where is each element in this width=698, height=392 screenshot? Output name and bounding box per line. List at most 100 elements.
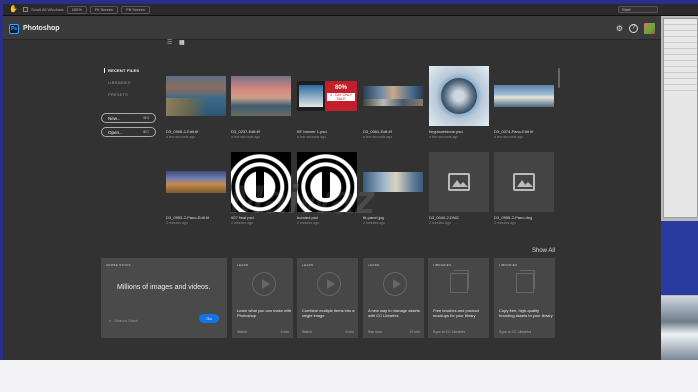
recent-file-thumb[interactable]: 80% 4 - DAY ONLY SALE BF banner 1.psd a … — [297, 66, 357, 139]
scroll-all-windows-checkbox[interactable] — [23, 7, 28, 12]
file-name: D3_0955-2-Pano.dng — [494, 215, 533, 220]
fill-screen-button[interactable]: Fill Screen — [121, 5, 151, 14]
file-time: 2 minutes ago — [494, 221, 516, 225]
help-icon[interactable]: ? — [629, 24, 638, 33]
gear-icon[interactable]: ⚙ — [615, 24, 624, 33]
photoshop-logo-icon: Ps — [9, 24, 19, 34]
learn-card[interactable]: LEARN A new way to manage assets with CC… — [363, 258, 424, 338]
thumbnail-image — [231, 76, 291, 116]
learn-card[interactable]: LEARN Combine multiple items into a sing… — [297, 258, 358, 338]
file-name: D3_0953-2-Pano-Edit.tif — [166, 215, 209, 220]
nav-libraries[interactable]: LIBRARIES — [108, 80, 139, 85]
file-name: D3_0064-Edit.tif — [363, 129, 392, 134]
recent-file-thumb[interactable]: D3_0237-Edit.tif a few seconds ago — [231, 66, 291, 139]
thumbnail-image: 80% 4 - DAY ONLY SALE — [297, 81, 357, 111]
bottom-strip — [0, 360, 698, 392]
banner-sale-text: 4 - DAY ONLY SALE — [327, 93, 355, 101]
file-time: a few seconds ago — [429, 135, 459, 139]
file-time: a few seconds ago — [166, 135, 196, 139]
card-tag: LEARN — [237, 263, 249, 267]
image-placeholder-icon — [429, 152, 489, 212]
card-description: Copy free, high-quality branding assets … — [499, 308, 553, 318]
desktop-photo — [661, 296, 698, 360]
file-time: 2 minutes ago — [166, 221, 188, 225]
recent-file-thumb[interactable]: D3_0074-Pano-Edit.tif a few seconds ago — [494, 66, 554, 139]
hand-tool-icon[interactable]: ✋ — [9, 6, 18, 14]
card-duration: 10 min — [409, 330, 420, 334]
app-title: Photoshop — [23, 25, 60, 32]
new-button[interactable]: New... ⌘N — [101, 113, 156, 123]
thumbnail-image — [166, 76, 226, 116]
new-button-label: New... — [108, 115, 121, 121]
file-name: D3_0040-2.DNG — [429, 215, 459, 220]
avatar[interactable] — [644, 23, 655, 34]
file-name: BF banner 1.psd — [297, 129, 327, 134]
file-name: D3_0074-Pano-Edit.tif — [494, 129, 534, 134]
scroll-all-windows-label: Scroll All Windows — [31, 7, 64, 12]
new-shortcut: ⌘N — [142, 116, 149, 120]
card-description: Combine multiple items into a single ima… — [302, 308, 355, 318]
workspace-select[interactable]: Start — [618, 6, 658, 13]
zoom-100-button[interactable]: 100% — [66, 5, 87, 14]
library-card[interactable]: LIBRARIES Copy free, high-quality brandi… — [494, 258, 555, 338]
card-action[interactable]: Watch — [237, 330, 247, 334]
card-action[interactable]: Sync to CC Libraries — [433, 330, 465, 334]
thumbnail-image — [494, 85, 554, 107]
card-tag: LEARN — [368, 263, 380, 267]
card-tag: LIBRARIES — [433, 263, 452, 267]
image-placeholder-icon — [494, 152, 554, 212]
stock-search-input[interactable]: ⌕ Search Stock — [109, 316, 193, 324]
library-icon — [516, 270, 535, 293]
desktop-background — [661, 221, 698, 295]
file-time: 2 minutes ago — [429, 221, 451, 225]
search-icon: ⌕ — [109, 317, 112, 323]
stock-go-button[interactable]: Go — [199, 314, 219, 323]
play-icon — [383, 272, 407, 296]
card-description: Free brushes and product mockups for you… — [433, 308, 479, 318]
recent-file-thumb[interactable]: tinyplanetdone.psd a few seconds ago — [429, 66, 489, 139]
recent-files-scrollbar[interactable] — [558, 68, 560, 88]
stock-headline: Millions of images and videos. — [117, 284, 211, 291]
app-header: Ps Photoshop ⚙ ? — [3, 16, 661, 40]
grid-view-icon[interactable]: ▦ — [179, 40, 185, 46]
recent-file-thumb[interactable]: D3_0955-2-Pano.dng 2 minutes ago — [494, 152, 554, 225]
card-tag: LIBRARIES — [499, 263, 518, 267]
show-all-link[interactable]: Show All — [532, 248, 555, 254]
thumbnail-image — [429, 66, 489, 126]
recent-file-thumb[interactable]: D3_0040-2.DNG 2 minutes ago — [429, 152, 489, 225]
open-button[interactable]: Open... ⌘O — [101, 127, 156, 137]
recent-file-thumb[interactable]: D3_0958-2-Edit.tif a few seconds ago — [166, 66, 226, 139]
list-view-icon[interactable]: ☰ — [167, 40, 173, 46]
adobe-stock-card: ADOBE STOCK Millions of images and video… — [101, 258, 227, 338]
library-card[interactable]: LIBRARIES Free brushes and product mocku… — [428, 258, 489, 338]
stock-search-placeholder: Search Stock — [114, 317, 139, 323]
recent-file-thumb[interactable]: D3_0064-Edit.tif a few seconds ago — [363, 66, 423, 139]
file-time: a few seconds ago — [363, 135, 393, 139]
banner-sale: 80% 4 - DAY ONLY SALE — [325, 81, 357, 111]
library-icon — [450, 270, 469, 293]
card-action[interactable]: Watch — [302, 330, 312, 334]
card-action[interactable]: See how — [368, 330, 382, 334]
thumbnail-image — [166, 171, 226, 193]
finder-window — [663, 18, 698, 218]
recent-file-thumb[interactable]: D3_0953-2-Pano-Edit.tif 2 minutes ago — [166, 152, 226, 225]
nav-recent-files[interactable]: RECENT FILES — [104, 68, 139, 73]
nav-presets[interactable]: PRESETS — [108, 92, 139, 97]
file-name: tinyplanetdone.psd — [429, 129, 463, 134]
play-icon — [252, 272, 276, 296]
card-tag: ADOBE STOCK — [106, 263, 131, 267]
file-name: D3_0237-Edit.tif — [231, 129, 260, 134]
learn-card[interactable]: LEARN Learn what you can make with Photo… — [232, 258, 293, 338]
open-shortcut: ⌘O — [142, 130, 149, 134]
options-toolbar: ✋ Scroll All Windows 100% Fit Screen Fil… — [3, 4, 698, 16]
start-nav: RECENT FILES LIBRARIES PRESETS — [104, 68, 139, 104]
file-time: a few seconds ago — [494, 135, 524, 139]
card-action[interactable]: Sync to CC Libraries — [499, 330, 531, 334]
file-time: a few seconds ago — [297, 135, 327, 139]
play-icon — [317, 272, 341, 296]
file-time: a few seconds ago — [231, 135, 261, 139]
card-duration: 5 min — [345, 330, 354, 334]
fit-screen-button[interactable]: Fit Screen — [89, 5, 119, 14]
card-description: Learn what you can make with Photoshop — [237, 308, 292, 318]
banner-photo — [299, 85, 323, 107]
